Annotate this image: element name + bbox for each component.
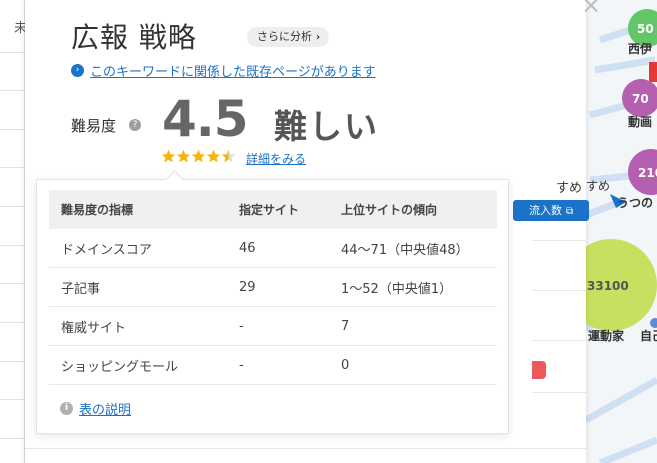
top-sites-trend: 0 — [341, 345, 497, 385]
metric-name: 権威サイト — [49, 306, 239, 346]
star-icon — [161, 149, 176, 163]
view-details-link[interactable]: 詳細をみる — [246, 150, 306, 167]
table-row: ドメインスコア 46 44〜71（中央値48） — [49, 229, 497, 268]
chevron-right-icon: › — [316, 32, 321, 43]
divider — [0, 322, 24, 323]
graph-node-marker — [649, 62, 657, 82]
difficulty-label: 難易度 — [71, 117, 117, 135]
divider — [0, 129, 24, 130]
difficulty-rating-word: 難しい — [274, 107, 379, 146]
column-header: 指定サイト — [239, 190, 341, 229]
star-icon — [191, 149, 206, 163]
column-header: 難易度の指標 — [49, 190, 239, 229]
graph-node-label: 西伊 — [628, 41, 652, 56]
divider — [532, 340, 586, 341]
metric-name: ドメインスコア — [49, 229, 239, 268]
page-title: 広報 戦略 — [71, 21, 197, 54]
analyze-more-button[interactable]: さらに分析 › — [247, 27, 330, 47]
network-graph-canvas: 50 70 210 33100 西伊 動画 うつの 運動家 自己 すめ — [586, 9, 657, 463]
table-row: 権威サイト - 7 — [49, 306, 497, 346]
star-icon — [221, 149, 236, 163]
graph-node-value: 210 — [638, 166, 657, 180]
site-value: - — [239, 306, 341, 346]
divider — [0, 167, 24, 168]
table-header-row: 難易度の指標 指定サイト 上位サイトの傾向 — [49, 190, 497, 229]
graph-edge — [594, 56, 656, 74]
table-row: 子記事 29 1〜52（中央値1） — [49, 267, 497, 307]
site-value: 29 — [239, 267, 341, 307]
table-explanation-link[interactable]: i 表の説明 — [60, 399, 131, 418]
graph-node-value: 33100 — [587, 279, 629, 293]
graph-node-small[interactable] — [650, 318, 657, 328]
divider — [532, 240, 586, 241]
divider — [25, 448, 586, 449]
info-icon: i — [60, 402, 73, 415]
divider — [532, 290, 586, 291]
divider — [0, 52, 24, 53]
top-sites-trend: 44〜71（中央値48） — [341, 229, 497, 268]
existing-pages-link[interactable]: › このキーワードに関係した既存ページがあります — [71, 61, 376, 80]
graph-node-label: うつの — [617, 196, 653, 210]
graph-node-label: 自己 — [640, 328, 657, 343]
metric-name: ショッピングモール — [49, 345, 239, 385]
divider — [0, 399, 24, 400]
status-badge — [532, 361, 546, 379]
table-explanation-link-text: 表の説明 — [79, 403, 132, 418]
graph-edge — [586, 376, 657, 424]
analyze-more-label: さらに分析 — [257, 30, 312, 43]
help-icon[interactable]: ? — [129, 119, 141, 131]
divider — [0, 283, 24, 284]
divider — [0, 438, 24, 439]
info-arrow-icon: › — [71, 64, 84, 77]
divider — [0, 361, 24, 362]
graph-node-value: 50 — [637, 22, 654, 36]
star-icon — [176, 149, 191, 163]
graph-edge — [598, 436, 657, 463]
keyword-network-graph: 50 70 210 33100 西伊 動画 うつの 運動家 自己 すめ — [586, 0, 657, 463]
table-row: ショッピングモール - 0 — [49, 345, 497, 385]
hidden-content-fragment: すめ — [556, 181, 583, 196]
top-sites-trend: 1〜52（中央値1） — [341, 267, 497, 307]
close-icon[interactable]: × — [581, 0, 601, 17]
difficulty-score: 4.5 — [162, 90, 249, 148]
divider — [0, 206, 24, 207]
star-icon — [206, 149, 221, 163]
difficulty-metrics-table: 難易度の指標 指定サイト 上位サイトの傾向 ドメインスコア 46 44〜71（中… — [49, 190, 497, 385]
graph-node-label: 運動家 — [588, 328, 625, 343]
site-value: - — [239, 345, 341, 385]
inflow-button[interactable]: 流入数 ⧉ — [513, 200, 589, 221]
metric-name: 子記事 — [49, 267, 239, 307]
graph-node-label: 動画 — [628, 114, 652, 129]
divider — [532, 392, 586, 393]
inflow-button-label: 流入数 — [529, 204, 562, 217]
background-list-strip: 未 — [0, 0, 27, 463]
top-sites-trend: 7 — [341, 306, 497, 346]
graph-node-value: 70 — [632, 92, 649, 106]
existing-pages-link-text: このキーワードに関係した既存ページがあります — [90, 65, 376, 80]
graph-partial-label: すめ — [586, 179, 610, 193]
divider — [0, 245, 24, 246]
star-rating — [161, 149, 236, 164]
external-link-icon: ⧉ — [566, 206, 574, 217]
site-value: 46 — [239, 229, 341, 268]
difficulty-details-popover: 難易度の指標 指定サイト 上位サイトの傾向 ドメインスコア 46 44〜71（中… — [36, 170, 509, 434]
column-header: 上位サイトの傾向 — [341, 190, 497, 229]
divider — [0, 90, 24, 91]
